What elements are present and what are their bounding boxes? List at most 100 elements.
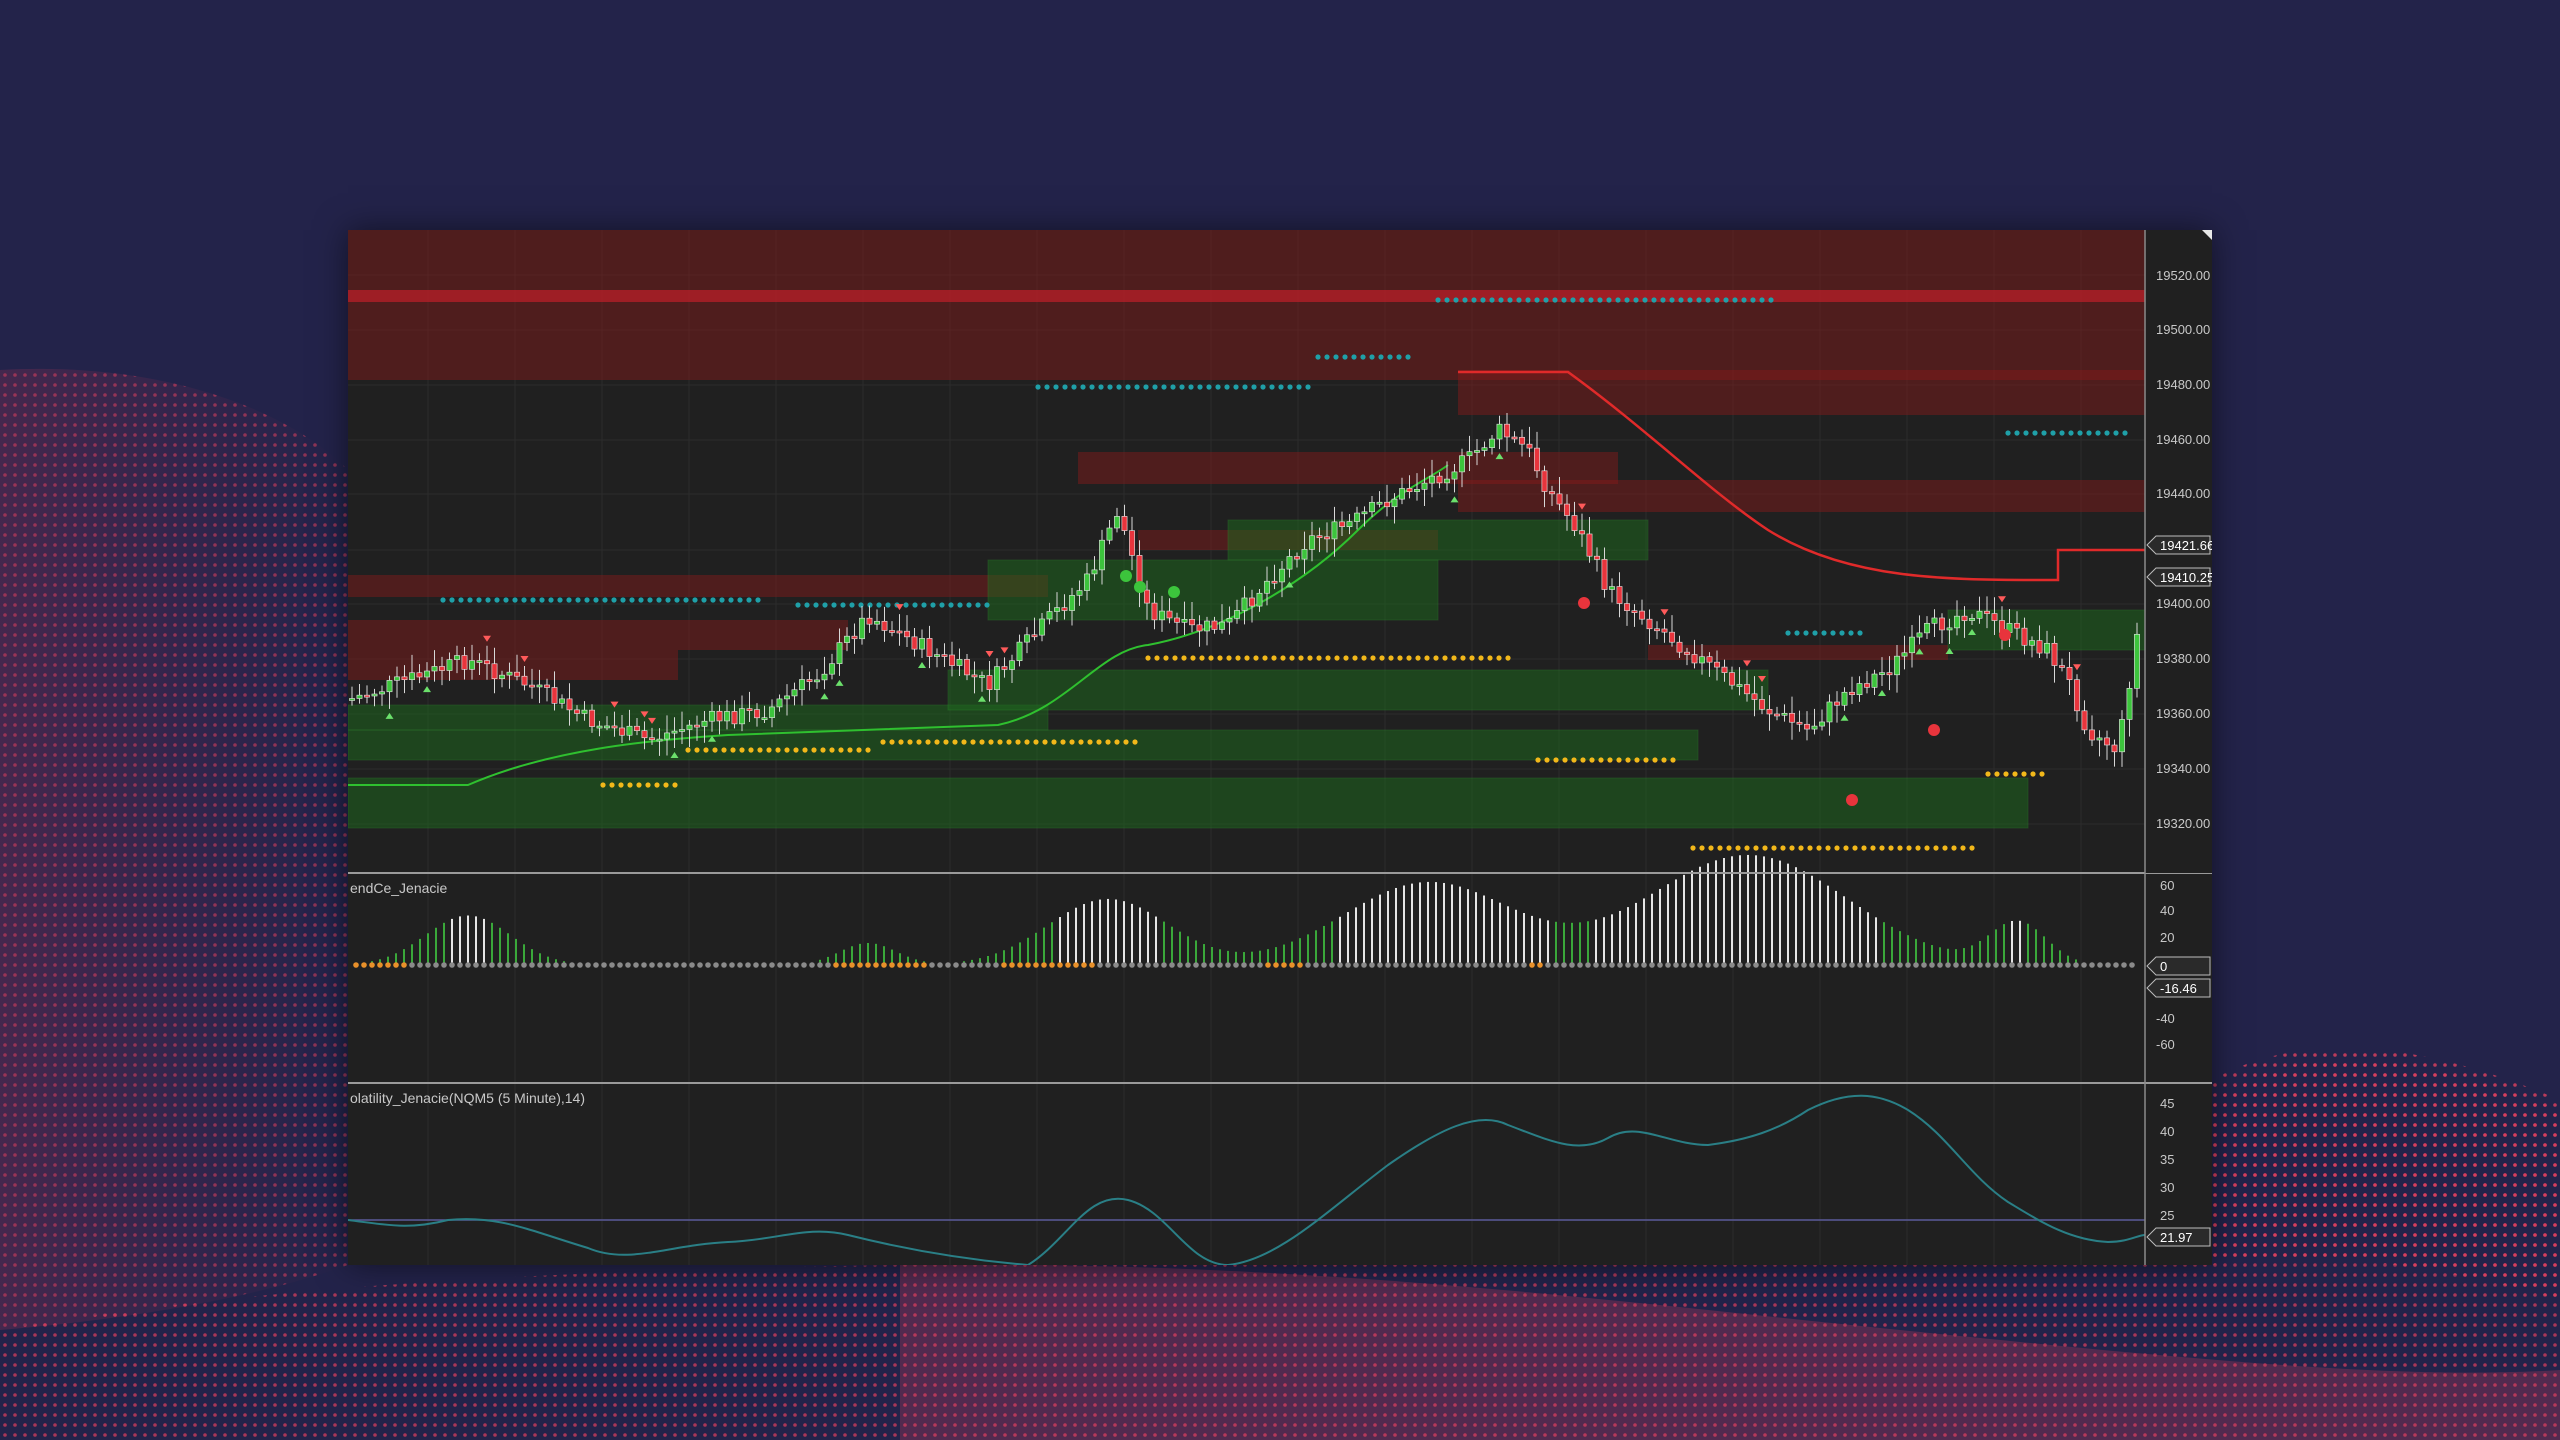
bear-candle [1061,607,1068,611]
trend-zero-dot [1705,962,1711,968]
trend-zero-dot [913,962,919,968]
trend-zero-dot [625,962,631,968]
bull-candle [1474,450,1480,453]
bear-candle [1586,533,1593,557]
trend-zero-dot [409,962,415,968]
level-dot [1888,845,1894,851]
bear-candle [1166,610,1173,619]
level-dot [1670,757,1676,763]
level-dot [1780,845,1786,851]
volatility-axis-label: 40 [2160,1124,2174,1139]
level-dot [728,597,734,603]
level-dot [1906,845,1912,851]
level-dot [685,747,691,753]
bull-candle [2126,688,2133,720]
level-dot [1735,845,1741,851]
trend-zero-dot [1337,962,1343,968]
level-dot [1370,655,1376,661]
bear-candle [1384,501,1390,508]
level-dot [2059,430,2065,436]
level-dot [793,747,799,753]
bull-candle [454,655,460,660]
level-dot [1598,757,1604,763]
price-zones [348,230,2149,829]
bull-candle [686,724,693,730]
level-dot [584,597,590,603]
level-dot [1606,297,1612,303]
level-dot [1154,655,1160,661]
trend-zero-dot [745,962,751,968]
trend-zero-dot [761,962,767,968]
price-tag-high: 19421.66 [2146,535,2212,555]
bear-candle [1196,624,1203,632]
trading-chart-window[interactable]: 19520.00 19500.00 19480.00 19460.00 1944… [348,230,2212,1265]
level-dot [1078,739,1084,745]
level-dot [1634,757,1640,763]
level-dot [921,602,927,608]
trend-zero-dot [1497,962,1503,968]
trend-zero-dot [1777,962,1783,968]
level-dot [638,597,644,603]
level-dot [1803,630,1809,636]
trend-zero-dot [1809,962,1815,968]
trend-zero-dot [393,962,399,968]
trend-zero-dot [1897,962,1903,968]
bull-candle [1954,615,1960,629]
bull-candle [919,638,925,650]
chart-canvas[interactable]: 19520.00 19500.00 19480.00 19460.00 1944… [348,230,2212,1265]
trend-axis-label: -40 [2156,1011,2175,1026]
trend-zero-dot [1929,962,1935,968]
trend-zero-dot [1241,962,1247,968]
level-dot [1278,384,1284,390]
bear-candle [2051,642,2058,666]
level-dot [1315,354,1321,360]
trend-zero-dot [465,962,471,968]
level-dot [1453,297,1459,303]
bear-candle [949,654,955,666]
level-dot [1834,845,1840,851]
level-dot [1226,655,1232,661]
level-dot [1942,845,1948,851]
volatility-axis-label: 30 [2160,1180,2174,1195]
bear-candle [904,630,910,638]
bull-candle [1811,725,1818,730]
level-dot [1197,384,1203,390]
level-dot [1224,384,1230,390]
trend-zero-dot [481,962,487,968]
trend-zero-dot [1585,962,1591,968]
resistance-zone [348,620,848,650]
bear-candle [439,666,445,671]
trend-zero-dot [1521,962,1527,968]
level-dot [1324,354,1330,360]
level-dot [1789,845,1795,851]
bear-candle [964,659,970,676]
level-dot [1816,845,1822,851]
trend-zero-dot [441,962,447,968]
trend-zero-dot [1601,962,1607,968]
trend-zero-dot [785,962,791,968]
trend-zero-dot [1233,962,1239,968]
level-dot [712,747,718,753]
level-dot [1843,845,1849,851]
bull-candle [956,659,963,666]
bear-candle [1991,613,1998,621]
bull-candle [1481,447,1488,451]
trend-zero-dot [1985,962,1991,968]
level-dot [1687,297,1693,303]
bull-candle [1016,641,1023,662]
level-dot [710,597,716,603]
level-dot [1705,297,1711,303]
trend-zero-dot [2105,962,2111,968]
resistance-zone [348,290,2145,302]
level-dot [988,739,994,745]
trend-zero-dot [1129,962,1135,968]
bull-candle [1024,634,1030,643]
trend-zero-dot [497,962,503,968]
level-dot [1588,297,1594,303]
bull-candle [596,725,603,729]
trend-zero-dot [1089,962,1095,968]
bull-candle [1331,521,1338,540]
bull-candle [2029,640,2035,646]
level-dot [766,747,772,753]
bull-candle [2134,633,2140,689]
